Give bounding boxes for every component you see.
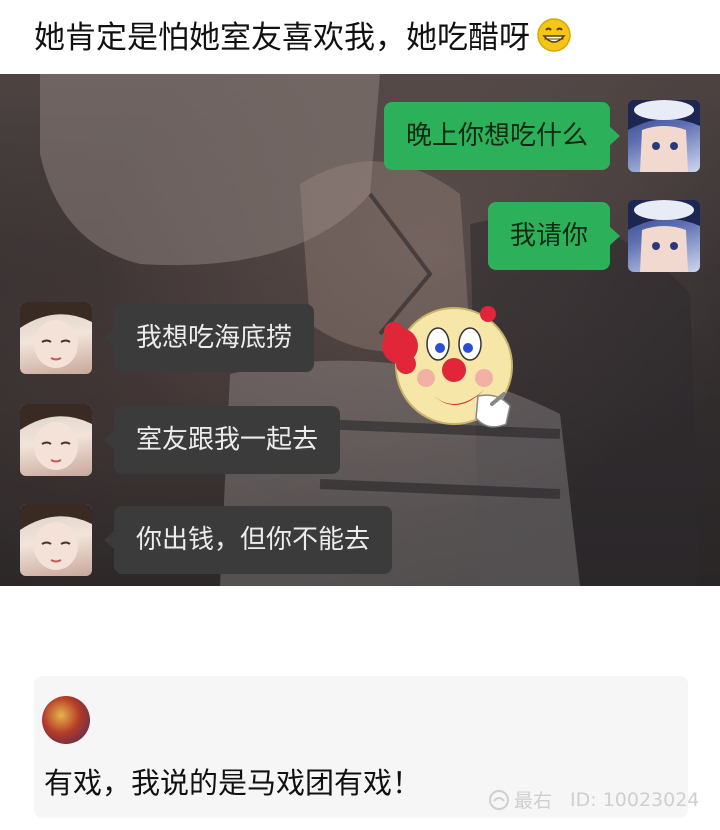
received-message-bubble[interactable]: 我想吃海底捞 bbox=[103, 304, 315, 372]
receiver-avatar[interactable] bbox=[20, 302, 92, 374]
sent-message-bubble[interactable]: 我请你 bbox=[487, 202, 621, 270]
post-caption: 她肯定是怕她室友喜欢我，她吃醋呀 bbox=[34, 12, 572, 57]
watermark-brand: 最右 bbox=[514, 790, 553, 812]
message-text: 我想吃海底捞 bbox=[136, 323, 293, 353]
received-message-bubble[interactable]: 室友跟我一起去 bbox=[103, 406, 341, 474]
receiver-avatar[interactable] bbox=[20, 404, 92, 476]
sender-avatar[interactable] bbox=[628, 200, 700, 272]
sender-avatar[interactable] bbox=[628, 100, 700, 172]
grinning-face-icon bbox=[537, 17, 571, 52]
anime-boy-avatar-icon bbox=[628, 200, 700, 272]
anime-boy-avatar-icon bbox=[628, 100, 700, 172]
girl-avatar-icon bbox=[20, 504, 92, 570]
comment-text: 有戏，我说的是马戏团有戏！ bbox=[44, 766, 422, 800]
chat-screenshot: 晚上你想吃什么 我请你 我想吃海底捞 室友跟我一起去 你出钱，但你不能去 bbox=[0, 74, 720, 586]
girl-avatar-icon bbox=[20, 404, 92, 470]
message-text: 你出钱，但你不能去 bbox=[136, 525, 371, 555]
app-logo-icon bbox=[489, 789, 509, 810]
message-text: 室友跟我一起去 bbox=[136, 425, 319, 455]
commenter-avatar[interactable] bbox=[42, 696, 90, 744]
received-message-bubble[interactable]: 你出钱，但你不能去 bbox=[103, 506, 393, 574]
message-text: 晚上你想吃什么 bbox=[405, 121, 588, 151]
message-text: 我请你 bbox=[509, 221, 588, 251]
post-page: 她肯定是怕她室友喜欢我，她吃醋呀 晚上你想吃什么 我请你 我想吃海底捞 室友跟我… bbox=[0, 0, 720, 830]
caption-text: 她肯定是怕她室友喜欢我，她吃醋呀 bbox=[34, 20, 530, 56]
girl-avatar-icon bbox=[20, 302, 92, 368]
watermark-id: ID: 10023024 bbox=[570, 788, 700, 811]
clown-face-icon bbox=[382, 306, 513, 428]
sent-message-bubble[interactable]: 晚上你想吃什么 bbox=[383, 102, 621, 170]
receiver-avatar[interactable] bbox=[20, 504, 92, 576]
watermark: 最右 ID: 10023024 bbox=[488, 786, 699, 813]
